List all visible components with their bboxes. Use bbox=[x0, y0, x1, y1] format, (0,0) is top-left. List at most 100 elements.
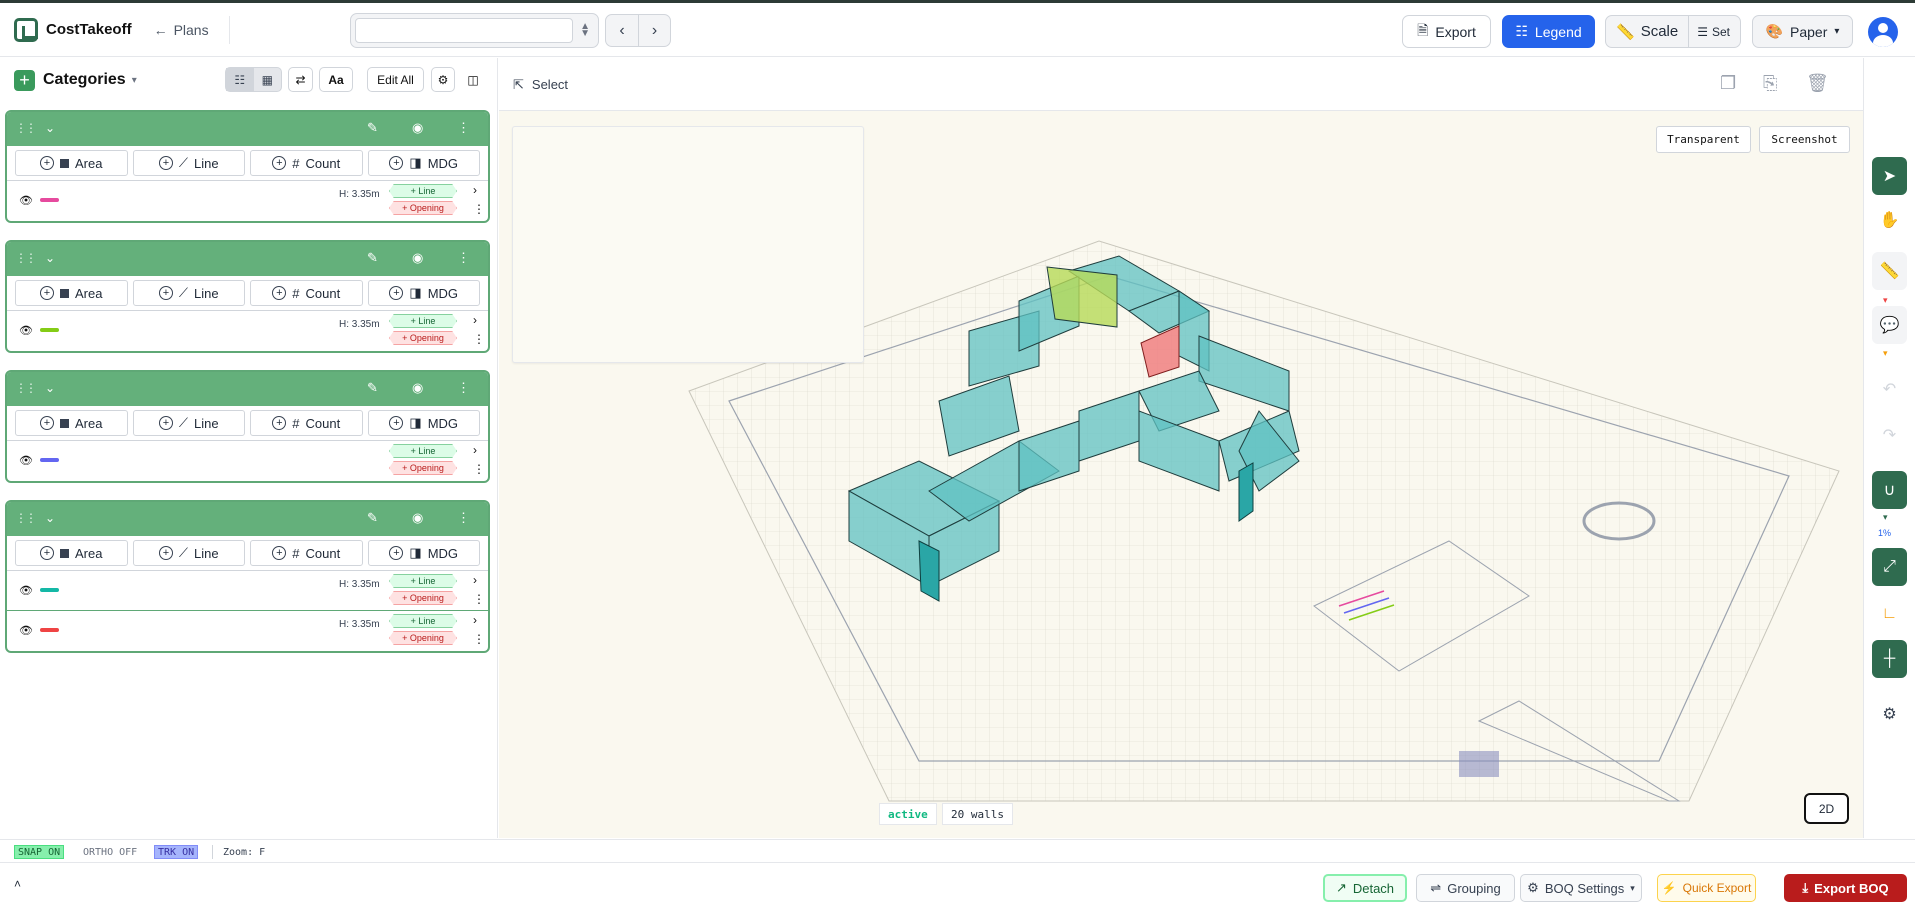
toggle-2d-button[interactable]: 2D bbox=[1804, 793, 1849, 824]
list-view-icon[interactable]: ☷ bbox=[226, 68, 254, 91]
add-area-button[interactable]: + Area bbox=[15, 150, 128, 176]
chevron-down-icon[interactable]: ⌄ bbox=[45, 121, 55, 135]
eye-icon[interactable]: ◉ bbox=[412, 250, 423, 266]
edit-all-button[interactable]: Edit All bbox=[367, 67, 424, 92]
eye-icon[interactable]: ◉ bbox=[412, 380, 423, 396]
legend-button[interactable]: ☷ Legend bbox=[1502, 15, 1595, 48]
kebab-menu-icon[interactable]: ⋮ bbox=[473, 632, 485, 646]
undo-icon[interactable]: ↶ bbox=[1872, 370, 1907, 408]
kebab-menu-icon[interactable]: ⋮ bbox=[457, 510, 470, 526]
eye-icon[interactable]: ◉ bbox=[412, 120, 423, 136]
ortho-toggle[interactable]: ORTHO OFF bbox=[80, 845, 140, 859]
swap-icon[interactable]: ⇄ bbox=[288, 67, 313, 92]
list-item[interactable]: 👁 + Line + Opening › ⋮ bbox=[7, 441, 488, 481]
snap-toggle[interactable]: SNAP ON bbox=[14, 845, 65, 859]
eye-icon[interactable]: 👁 bbox=[19, 624, 33, 637]
drag-handle-icon[interactable]: ⋮⋮ bbox=[15, 251, 37, 265]
category-header[interactable]: ⋮⋮ ⌄ ✎ ◉ ⋮ bbox=[7, 112, 488, 146]
screenshot-button[interactable]: Screenshot bbox=[1759, 126, 1850, 153]
add-line-button[interactable]: + ⟋ Line bbox=[132, 540, 245, 566]
add-category-button[interactable]: + bbox=[14, 69, 35, 91]
color-swatch[interactable] bbox=[40, 628, 59, 632]
magnet-snap-icon[interactable]: ∪ bbox=[1872, 471, 1907, 509]
export-button[interactable]: 🗎 Export bbox=[1402, 15, 1491, 48]
add-line-button[interactable]: + ⟋ Line bbox=[132, 410, 245, 436]
color-swatch[interactable] bbox=[40, 458, 59, 462]
add-opening-button[interactable]: + Opening bbox=[389, 201, 457, 215]
kebab-menu-icon[interactable]: ⋮ bbox=[457, 380, 470, 396]
eye-icon[interactable]: 👁 bbox=[19, 584, 33, 597]
user-avatar[interactable] bbox=[1868, 17, 1898, 47]
export-boq-button[interactable]: ⤓ Export BOQ bbox=[1784, 874, 1907, 902]
add-opening-button[interactable]: + Opening bbox=[389, 331, 457, 345]
chevron-down-icon[interactable]: ⌄ bbox=[45, 511, 55, 525]
chevron-down-icon[interactable]: ▾ bbox=[1883, 295, 1888, 306]
scale-set-button[interactable]: ☰ Set bbox=[1689, 25, 1738, 39]
add-count-button[interactable]: + # Count bbox=[250, 540, 363, 566]
next-page-button[interactable]: › bbox=[638, 15, 670, 46]
measure-tool-icon[interactable]: 📏 bbox=[1872, 252, 1907, 290]
chevron-right-icon[interactable]: › bbox=[473, 573, 477, 587]
viewport[interactable]: ⇱ Select ❐ ⎘ 🗑 Transparent Screenshot ac… bbox=[499, 58, 1863, 838]
comment-icon[interactable]: 💬 bbox=[1872, 306, 1907, 344]
pointer-tool-icon[interactable]: ➤ bbox=[1872, 157, 1907, 195]
drag-handle-icon[interactable]: ⋮⋮ bbox=[15, 121, 37, 135]
chevron-right-icon[interactable]: › bbox=[473, 443, 477, 457]
color-swatch[interactable] bbox=[40, 198, 59, 202]
trash-icon[interactable]: 🗑 bbox=[1806, 73, 1829, 94]
grid-view-icon[interactable]: ▦ bbox=[254, 68, 282, 91]
angle-icon[interactable]: ∟ bbox=[1872, 595, 1907, 633]
category-header[interactable]: ⋮⋮ ⌄ ✎ ◉ ⋮ bbox=[7, 242, 488, 276]
chevron-right-icon[interactable]: › bbox=[473, 613, 477, 627]
add-count-button[interactable]: + # Count bbox=[250, 280, 363, 306]
eye-icon[interactable]: ◉ bbox=[412, 510, 423, 526]
add-opening-button[interactable]: + Opening bbox=[389, 591, 457, 605]
chevron-down-icon[interactable]: ▾ bbox=[1883, 512, 1888, 523]
app-logo[interactable]: CostTakeoff bbox=[14, 17, 132, 42]
back-to-plans-link[interactable]: ← Plans bbox=[154, 22, 209, 38]
pencil-icon[interactable]: ✎ bbox=[367, 380, 378, 396]
kebab-menu-icon[interactable]: ⋮ bbox=[473, 202, 485, 216]
paste-icon[interactable]: ⎘ bbox=[1763, 73, 1777, 94]
list-item[interactable]: 👁 H: 3.35m + Line + Opening › ⋮ bbox=[7, 311, 488, 351]
hand-pan-icon[interactable]: ✋ bbox=[1872, 201, 1907, 239]
category-header[interactable]: ⋮⋮ ⌄ ✎ ◉ ⋮ bbox=[7, 372, 488, 406]
chevron-down-icon[interactable]: ▾ bbox=[1883, 348, 1888, 359]
drag-handle-icon[interactable]: ⋮⋮ bbox=[15, 381, 37, 395]
eye-icon[interactable]: 👁 bbox=[19, 194, 33, 207]
boq-settings-dropdown[interactable]: ⚙ BOQ Settings ▾ bbox=[1520, 874, 1642, 902]
chevron-right-icon[interactable]: › bbox=[473, 183, 477, 197]
collapse-sidebar-icon[interactable]: ◫ bbox=[461, 67, 485, 92]
eye-icon[interactable]: 👁 bbox=[19, 324, 33, 337]
pencil-icon[interactable]: ✎ bbox=[367, 510, 378, 526]
eye-icon[interactable]: 👁 bbox=[19, 454, 33, 467]
add-line-button[interactable]: + Line bbox=[389, 314, 457, 328]
add-line-button[interactable]: + Line bbox=[389, 184, 457, 198]
categories-title[interactable]: Categories bbox=[43, 71, 126, 89]
pencil-icon[interactable]: ✎ bbox=[367, 120, 378, 136]
category-header[interactable]: ⋮⋮ ⌄ ✎ ◉ ⋮ bbox=[7, 502, 488, 536]
chevron-down-icon[interactable]: ▾ bbox=[132, 75, 137, 86]
add-mdg-button[interactable]: + ◨ MDG bbox=[367, 280, 480, 306]
track-toggle[interactable]: TRK ON bbox=[154, 845, 199, 859]
add-area-button[interactable]: + Area bbox=[15, 280, 128, 306]
kebab-menu-icon[interactable]: ⋮ bbox=[457, 120, 470, 136]
add-opening-button[interactable]: + Opening bbox=[389, 461, 457, 475]
kebab-menu-icon[interactable]: ⋮ bbox=[473, 592, 485, 606]
sliders-icon[interactable]: ⚙ bbox=[1872, 695, 1907, 733]
add-opening-button[interactable]: + Opening bbox=[389, 631, 457, 645]
crosshair-icon[interactable]: ┼ bbox=[1872, 640, 1907, 678]
color-swatch[interactable] bbox=[40, 328, 59, 332]
list-item[interactable]: 👁 H: 3.35m + Line + Opening › ⋮ bbox=[7, 611, 488, 651]
add-line-button[interactable]: + Line bbox=[389, 614, 457, 628]
font-size-button[interactable]: Aa bbox=[319, 67, 353, 92]
add-mdg-button[interactable]: + ◨ MDG bbox=[367, 410, 480, 436]
scale-button[interactable]: 📏 Scale bbox=[1606, 16, 1690, 47]
chevron-up-icon[interactable]: ˄ bbox=[14, 877, 21, 891]
select-tool[interactable]: ⇱ Select bbox=[513, 77, 568, 93]
gear-icon[interactable]: ⚙ bbox=[431, 67, 455, 92]
add-mdg-button[interactable]: + ◨ MDG bbox=[367, 540, 480, 566]
kebab-menu-icon[interactable]: ⋮ bbox=[473, 462, 485, 476]
detach-button[interactable]: ↗ Detach bbox=[1323, 874, 1407, 902]
redo-icon[interactable]: ↷ bbox=[1872, 416, 1907, 454]
